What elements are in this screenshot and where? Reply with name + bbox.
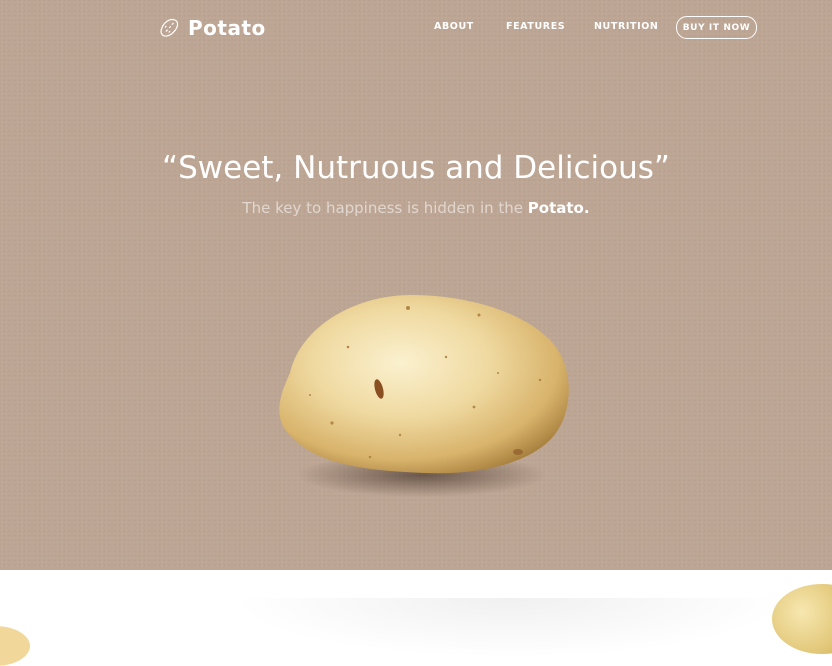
tagline-highlight: Potato. xyxy=(527,199,590,217)
brand-name: Potato xyxy=(188,16,266,40)
section-shadow xyxy=(230,598,790,658)
brand-logo[interactable]: Potato xyxy=(158,14,266,42)
nav-link-features[interactable]: FEATURES xyxy=(506,21,565,32)
nav-link-about[interactable]: ABOUT xyxy=(434,21,474,32)
nav-link-nutrition[interactable]: NUTRITION xyxy=(594,21,658,32)
top-navigation: Potato ABOUT FEATURES NUTRITION BUY IT N… xyxy=(0,0,832,56)
hero-tagline: The key to happiness is hidden in the Po… xyxy=(0,199,832,217)
next-section xyxy=(0,570,832,666)
potato-image-partial xyxy=(0,626,30,666)
hero-section: Potato ABOUT FEATURES NUTRITION BUY IT N… xyxy=(0,0,832,570)
potato-image xyxy=(250,285,590,515)
hero-headline: “Sweet, Nutruous and Delicious” xyxy=(162,150,670,186)
tagline-text: The key to happiness is hidden in the xyxy=(242,199,524,217)
buy-it-now-button[interactable]: BUY IT NOW xyxy=(676,16,757,39)
potato-icon xyxy=(160,18,179,37)
